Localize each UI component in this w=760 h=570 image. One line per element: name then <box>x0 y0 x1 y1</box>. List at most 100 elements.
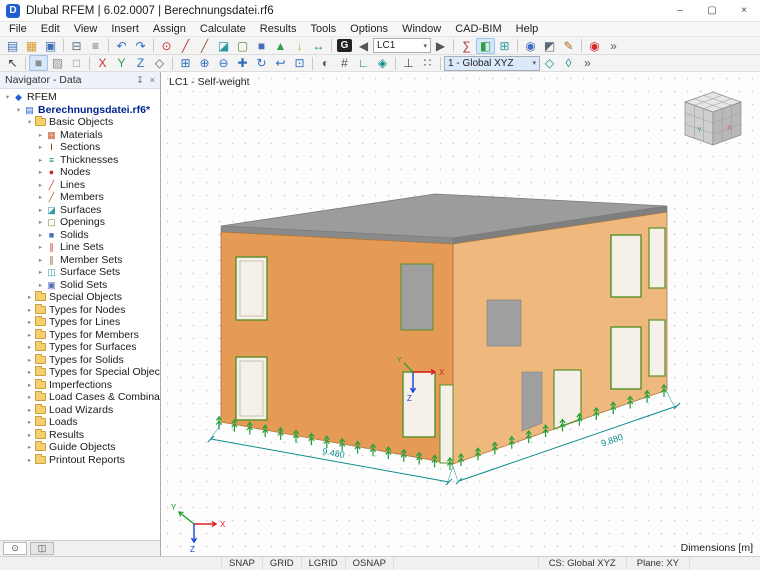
new-opening-icon[interactable]: ▢ <box>233 38 252 54</box>
chevron-collapsed-icon[interactable]: ▸ <box>36 168 45 176</box>
annotation-icon[interactable]: ✎ <box>559 38 578 54</box>
menu-insert[interactable]: Insert <box>104 23 146 35</box>
chevron-collapsed-icon[interactable]: ▸ <box>36 231 45 239</box>
toggle-snap[interactable]: SNAP <box>222 557 263 570</box>
work-plane-field[interactable]: Plane: XY <box>627 557 690 570</box>
chevron-collapsed-icon[interactable]: ▸ <box>25 393 34 401</box>
tree-item-load-wizards[interactable]: ▸ Load Wizards <box>0 403 160 417</box>
tree-item-members[interactable]: ▸ ╱ Members <box>0 191 160 204</box>
coordinate-system-field[interactable]: CS: Global XYZ <box>539 557 627 570</box>
snap-settings-icon[interactable]: ◈ <box>373 55 392 71</box>
chevron-collapsed-icon[interactable]: ▸ <box>36 156 45 164</box>
menu-edit[interactable]: Edit <box>34 23 67 35</box>
chevron-collapsed-icon[interactable]: ▸ <box>36 281 45 289</box>
close-button[interactable]: × <box>728 0 760 21</box>
view-z-icon[interactable]: Z <box>131 55 150 71</box>
chevron-collapsed-icon[interactable]: ▸ <box>25 381 34 389</box>
chevron-collapsed-icon[interactable]: ▸ <box>36 131 45 139</box>
tree-item-nodes[interactable]: ▸ ● Nodes <box>0 166 160 179</box>
axes-toggle-icon[interactable]: ⊥ <box>399 55 418 71</box>
toolbar-overflow-icon[interactable]: » <box>604 38 623 54</box>
chevron-collapsed-icon[interactable]: ▸ <box>36 181 45 189</box>
chevron-collapsed-icon[interactable]: ▸ <box>25 343 34 351</box>
new-load-icon[interactable]: ↓ <box>290 38 309 54</box>
tree-item-types-for-lines[interactable]: ▸ Types for Lines <box>0 316 160 329</box>
chevron-expanded-icon[interactable]: ▾ <box>25 118 34 126</box>
tree-item-berechnungsdatei-rf6[interactable]: ▾ ▤ Berechnungsdatei.rf6* <box>0 104 160 117</box>
chevron-collapsed-icon[interactable]: ▸ <box>36 256 45 264</box>
chevron-collapsed-icon[interactable]: ▸ <box>25 368 34 376</box>
new-node-icon[interactable]: ⊙ <box>157 38 176 54</box>
menu-cad-bim[interactable]: CAD-BIM <box>448 23 508 35</box>
coordinate-system-selector[interactable]: 1 - Global XYZ ▾ <box>444 55 540 71</box>
building-model[interactable] <box>220 193 668 465</box>
menu-assign[interactable]: Assign <box>146 23 193 35</box>
close-panel-icon[interactable]: × <box>150 75 155 86</box>
isometric-view-icon[interactable]: ◇ <box>150 55 169 71</box>
grid-toggle-icon[interactable]: ∷ <box>418 55 437 71</box>
scene-canvas[interactable]: Y X 9.480 9.880 X Z Y X Y Z <box>161 72 760 556</box>
tree-item-imperfections[interactable]: ▸ Imperfections <box>0 378 160 392</box>
tree-item-rfem[interactable]: ▾ ◆ RFEM <box>0 91 160 104</box>
chevron-collapsed-icon[interactable]: ▸ <box>36 206 45 214</box>
toggle-lgrid[interactable]: LGRID <box>302 557 346 570</box>
printout-report-icon[interactable]: ≡ <box>86 38 105 54</box>
chevron-collapsed-icon[interactable]: ▸ <box>25 431 34 439</box>
plane-grid-icon[interactable]: ◊ <box>559 55 578 71</box>
zoom-out-icon[interactable]: ⊖ <box>214 55 233 71</box>
rotate-view-icon[interactable]: ↻ <box>252 55 271 71</box>
tree-item-basic-objects[interactable]: ▾ Basic Objects <box>0 116 160 129</box>
pin-icon[interactable]: ↧ <box>136 75 144 86</box>
previous-load-case-icon[interactable]: ◀ <box>354 38 373 54</box>
menu-view[interactable]: View <box>67 23 105 35</box>
calculate-icon[interactable]: ∑ <box>457 38 476 54</box>
minimize-button[interactable]: – <box>664 0 696 21</box>
tree-item-types-for-surfaces[interactable]: ▸ Types for Surfaces <box>0 341 160 354</box>
previous-view-icon[interactable]: ↩ <box>271 55 290 71</box>
tree-item-solid-sets[interactable]: ▸ ▣ Solid Sets <box>0 279 160 292</box>
chevron-collapsed-icon[interactable]: ▸ <box>36 268 45 276</box>
load-case-generator-icon[interactable]: G <box>337 39 352 52</box>
section-view-icon[interactable]: ◩ <box>540 38 559 54</box>
chevron-collapsed-icon[interactable]: ▸ <box>36 243 45 251</box>
chevron-collapsed-icon[interactable]: ▸ <box>25 456 34 464</box>
tree-item-sections[interactable]: ▸ Ⅰ Sections <box>0 141 160 154</box>
tree-item-thicknesses[interactable]: ▸ ≡ Thicknesses <box>0 154 160 167</box>
visibility-icon[interactable]: ◉ <box>521 38 540 54</box>
undo-icon[interactable]: ↶ <box>112 38 131 54</box>
tree-item-types-for-solids[interactable]: ▸ Types for Solids <box>0 353 160 367</box>
toggle-osnap[interactable]: OSNAP <box>346 557 394 570</box>
menu-file[interactable]: File <box>2 23 34 35</box>
menu-window[interactable]: Window <box>395 23 448 35</box>
chevron-collapsed-icon[interactable]: ▸ <box>25 306 34 314</box>
new-line-icon[interactable]: ╱ <box>176 38 195 54</box>
load-case-selector[interactable]: LC1 ▾ <box>373 38 431 53</box>
next-load-case-icon[interactable]: ▶ <box>431 38 450 54</box>
tree-item-solids[interactable]: ▸ ■ Solids <box>0 229 160 242</box>
work-plane-icon[interactable]: ◇ <box>540 55 559 71</box>
menu-help[interactable]: Help <box>509 23 546 35</box>
view-cube[interactable]: Y X <box>683 91 743 146</box>
navigator-tab-views[interactable]: ◫ <box>30 542 54 555</box>
rfem-logo-icon[interactable]: ◉ <box>585 38 604 54</box>
save-icon[interactable]: ▣ <box>41 38 60 54</box>
render-transparent-icon[interactable]: ▨ <box>48 55 67 71</box>
tree-item-member-sets[interactable]: ▸ ∥ Member Sets <box>0 254 160 267</box>
open-model-icon[interactable]: ▦ <box>22 38 41 54</box>
guide-lines-icon[interactable]: ∟ <box>354 55 373 71</box>
view-y-icon[interactable]: Y <box>112 55 131 71</box>
chevron-expanded-icon[interactable]: ▾ <box>3 93 12 101</box>
tree-item-load-cases-combinations[interactable]: ▸ Load Cases & Combinations <box>0 391 160 404</box>
result-tables-icon[interactable]: ⊞ <box>495 38 514 54</box>
tree-item-types-for-members[interactable]: ▸ Types for Members <box>0 328 160 342</box>
pan-icon[interactable]: ✚ <box>233 55 252 71</box>
menu-options[interactable]: Options <box>343 23 395 35</box>
chevron-collapsed-icon[interactable]: ▸ <box>36 193 45 201</box>
new-member-icon[interactable]: ╱ <box>195 38 214 54</box>
numbering-icon[interactable]: # <box>335 55 354 71</box>
menu-results[interactable]: Results <box>253 23 304 35</box>
tree-item-materials[interactable]: ▸ ▦ Materials <box>0 129 160 142</box>
tree-item-guide-objects[interactable]: ▸ Guide Objects <box>0 441 160 454</box>
select-cursor-icon[interactable]: ↖ <box>3 55 22 71</box>
tree-item-lines[interactable]: ▸ ╱ Lines <box>0 179 160 192</box>
